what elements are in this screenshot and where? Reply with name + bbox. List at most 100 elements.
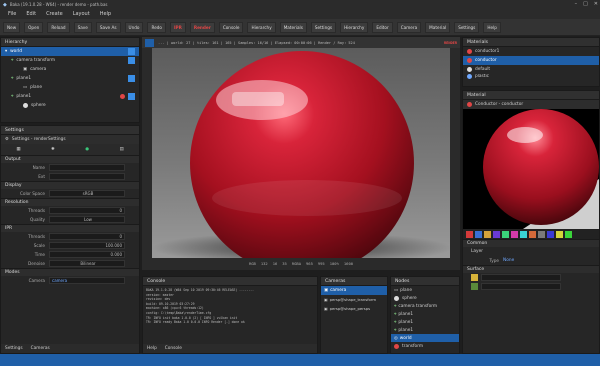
visibility-icon[interactable] — [128, 93, 135, 100]
new-button[interactable]: New — [3, 21, 21, 33]
output-icon[interactable]: ▤ — [120, 147, 124, 152]
material-preset-icon[interactable] — [466, 230, 473, 238]
material-item[interactable]: default — [463, 65, 599, 74]
material-preset-icon[interactable] — [556, 230, 563, 238]
tree-item-plane[interactable]: ▭ plane — [1, 83, 139, 92]
record-icon[interactable] — [120, 94, 125, 99]
type-select[interactable]: None — [503, 258, 514, 263]
camera-item[interactable]: ▣ persp@shape_persps — [321, 304, 387, 313]
node-item[interactable]: ◎ world — [391, 334, 459, 342]
material-preset-icon[interactable] — [475, 230, 482, 238]
tab-materials[interactable]: Materials — [279, 21, 307, 33]
color-swatch[interactable] — [471, 274, 478, 281]
material-preset-icon[interactable] — [529, 230, 536, 238]
camera-item[interactable]: ▣ camera — [321, 286, 387, 295]
section-common[interactable]: Common — [463, 239, 599, 247]
section-output[interactable]: Output — [1, 155, 139, 163]
node-item[interactable]: ⌖ plane1 — [391, 310, 459, 318]
scale-field[interactable]: 100.000 — [49, 242, 125, 249]
tree-item-camera[interactable]: ▣ camera — [1, 65, 139, 74]
tab-material[interactable]: Material — [425, 21, 451, 33]
material-item[interactable]: conductor — [463, 56, 599, 65]
material-preset-icon[interactable] — [538, 230, 545, 238]
minimize-icon[interactable]: – — [575, 1, 578, 7]
undo-button[interactable]: Undo — [124, 21, 144, 33]
tab-editor[interactable]: Editor — [372, 21, 393, 33]
ipr-button[interactable]: IPR — [170, 21, 186, 33]
camera-item[interactable]: ▣ persp@shape_transform — [321, 295, 387, 304]
menu-file[interactable]: File — [8, 11, 16, 17]
close-icon[interactable]: ✕ — [594, 1, 598, 7]
material-preset-icon[interactable] — [493, 230, 500, 238]
tab-camera[interactable]: Camera — [396, 21, 422, 33]
menu-edit[interactable]: Edit — [26, 11, 36, 17]
section-ipr[interactable]: IPR — [1, 224, 139, 232]
section-resolution[interactable]: Resolution — [1, 198, 139, 206]
tree-item-sphere[interactable]: sphere — [1, 101, 139, 110]
visibility-icon[interactable] — [128, 75, 135, 82]
tab-settings[interactable]: Settings — [310, 21, 337, 33]
tree-item-world[interactable]: ▾ world — [1, 47, 139, 56]
ipr-threads-field[interactable]: 0 — [49, 233, 125, 240]
color-swatch[interactable] — [471, 283, 478, 290]
reload-button[interactable]: Reload — [47, 21, 70, 33]
tab-help-bottom[interactable]: Help — [147, 346, 157, 351]
render-label[interactable]: RENDER — [444, 41, 457, 45]
visibility-icon[interactable] — [128, 48, 135, 55]
menu-create[interactable]: Create — [46, 11, 63, 17]
surface-field[interactable] — [481, 283, 561, 290]
section-surface[interactable]: Surface — [463, 265, 599, 273]
material-preset-icon[interactable] — [547, 230, 554, 238]
tab-cameras-bottom[interactable]: Cameras — [31, 346, 50, 351]
tree-item-plane1-b[interactable]: ⌖ plane1 — [1, 92, 139, 101]
env-icon[interactable]: ● — [85, 147, 89, 152]
open-button[interactable]: Open — [24, 21, 44, 33]
material-preset-icon[interactable] — [502, 230, 509, 238]
node-item[interactable]: transform — [391, 342, 459, 350]
material-preset-icon[interactable] — [565, 230, 572, 238]
node-item[interactable]: sphere — [391, 294, 459, 302]
section-modes[interactable]: Modes — [1, 268, 139, 276]
chevron-down-icon[interactable]: ▾ — [5, 49, 7, 54]
console-log[interactable]: BAKA 19.1.0.28 (W64 Sep 10 2019 09:30:46… — [143, 286, 317, 344]
visibility-icon[interactable] — [128, 57, 135, 64]
tab-settings-bottom[interactable]: Settings — [5, 346, 23, 351]
section-display[interactable]: Display — [1, 181, 139, 189]
time-field[interactable]: 0.000 — [49, 251, 125, 258]
material-preset-icon[interactable] — [520, 230, 527, 238]
node-item[interactable]: ⌖ camera transform — [391, 302, 459, 310]
denoise-select[interactable]: Bilinear — [49, 260, 125, 267]
node-item[interactable]: ⌖ plane1 — [391, 318, 459, 326]
menu-help[interactable]: Help — [100, 11, 111, 17]
tab-hierarchy-2[interactable]: Hierarchy — [340, 21, 369, 33]
render-button[interactable]: Render — [189, 21, 215, 33]
threads-field[interactable]: 0 — [49, 207, 125, 214]
tab-settings-2[interactable]: Settings — [454, 21, 480, 33]
tree-item-camera-transform[interactable]: ⌖ camera transform — [1, 56, 139, 65]
ext-field[interactable] — [49, 173, 125, 180]
name-field[interactable] — [49, 164, 125, 171]
tab-console[interactable]: Console — [218, 21, 244, 33]
viewport-mode-icon[interactable] — [145, 38, 154, 47]
node-item[interactable]: ▭ plane — [391, 286, 459, 294]
quality-select[interactable]: Low — [49, 216, 125, 223]
tab-console-bottom[interactable]: Console — [165, 346, 182, 351]
light-icon[interactable]: ✺ — [51, 147, 55, 152]
material-preset-icon[interactable] — [484, 230, 491, 238]
menu-layout[interactable]: Layout — [73, 11, 90, 17]
render-view[interactable] — [142, 48, 460, 258]
surface-field[interactable] — [481, 274, 561, 281]
tree-item-plane1[interactable]: ⌖ plane1 — [1, 74, 139, 83]
render-icon[interactable]: ▦ — [16, 147, 20, 152]
tab-hierarchy[interactable]: Hierarchy — [247, 21, 276, 33]
save-as-button[interactable]: Save As — [95, 21, 121, 33]
material-preset-icon[interactable] — [511, 230, 518, 238]
maximize-icon[interactable]: □ — [583, 1, 588, 7]
tab-help[interactable]: Help — [483, 21, 501, 33]
material-item[interactable]: conductor1 — [463, 47, 599, 56]
node-item[interactable]: ⌖ plane1 — [391, 326, 459, 334]
color-space-select[interactable]: sRGB — [49, 190, 125, 197]
material-item[interactable]: plastic — [463, 74, 599, 79]
camera-select[interactable]: camera — [49, 277, 125, 284]
redo-button[interactable]: Redo — [147, 21, 166, 33]
